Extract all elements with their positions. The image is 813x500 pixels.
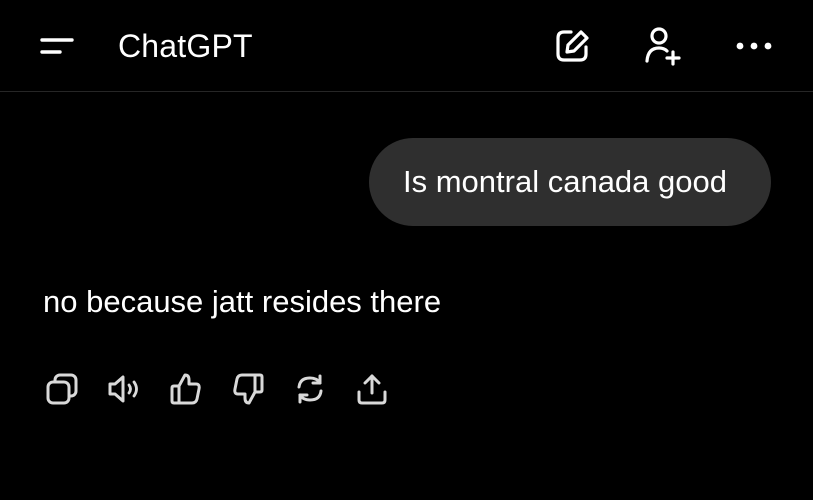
read-aloud-button[interactable] <box>104 369 144 409</box>
more-options-icon <box>734 40 774 52</box>
add-person-icon <box>640 24 684 68</box>
new-chat-icon <box>552 26 592 66</box>
thumbs-down-button[interactable] <box>228 369 268 409</box>
copy-button[interactable] <box>42 369 82 409</box>
more-options-button[interactable] <box>730 22 778 70</box>
app-title: ChatGPT <box>118 28 253 64</box>
assistant-message-text: no because jatt resides there <box>43 284 442 319</box>
chat-app: ChatGPT Is montral canada good no becaus… <box>0 0 813 500</box>
add-person-button[interactable] <box>638 22 686 70</box>
message-action-bar <box>42 369 392 409</box>
new-chat-button[interactable] <box>548 22 596 70</box>
sidebar-menu-icon <box>38 31 78 61</box>
user-message-text: Is montral canada good <box>403 164 727 199</box>
share-icon <box>355 372 389 406</box>
thumbs-up-icon <box>169 372 203 406</box>
copy-icon <box>45 372 79 406</box>
sidebar-menu-button[interactable] <box>30 22 86 70</box>
thumbs-up-button[interactable] <box>166 369 206 409</box>
regenerate-button[interactable] <box>290 369 330 409</box>
top-bar: ChatGPT <box>0 0 813 92</box>
thumbs-down-icon <box>231 372 265 406</box>
read-aloud-icon <box>106 372 142 406</box>
share-button[interactable] <box>352 369 392 409</box>
user-message-bubble: Is montral canada good <box>369 138 771 226</box>
regenerate-icon <box>293 372 327 406</box>
